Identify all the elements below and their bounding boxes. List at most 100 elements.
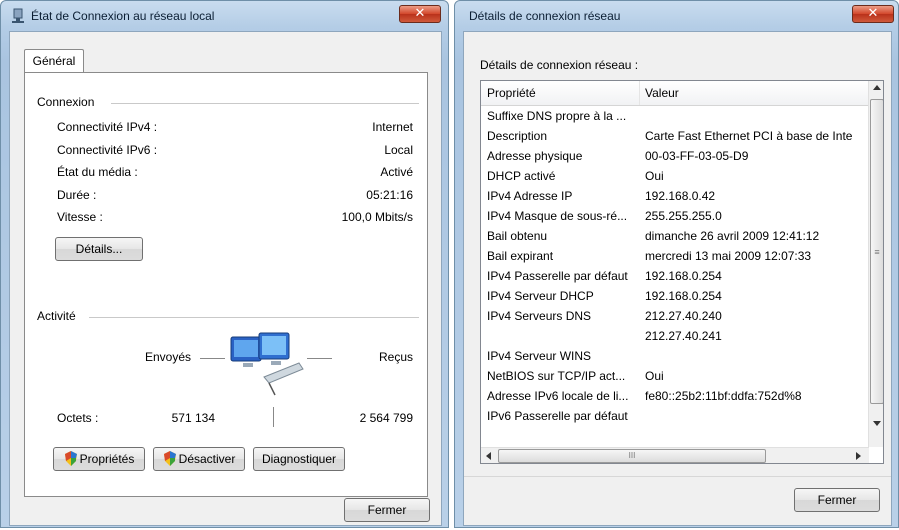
- property-cell: NetBIOS sur TCP/IP act...: [487, 369, 626, 383]
- recus-label: Reçus: [378, 350, 413, 364]
- close-button[interactable]: ✕: [852, 5, 894, 23]
- scroll-grip-icon: ≡: [874, 247, 880, 257]
- duration-value: 05:21:16: [366, 188, 413, 202]
- octets-label: Octets :: [57, 411, 99, 425]
- property-cell: Suffixe DNS propre à la ...: [487, 109, 627, 123]
- sent-line: [200, 358, 225, 359]
- value-cell: Carte Fast Ethernet PCI à base de Inte: [645, 129, 853, 143]
- desactiver-label: Désactiver: [178, 452, 236, 466]
- uac-shield-icon: [163, 451, 176, 466]
- column-header-propriete[interactable]: Propriété: [487, 86, 536, 100]
- details-button[interactable]: Détails...: [55, 237, 143, 261]
- value-cell: 212.27.40.240: [645, 309, 722, 323]
- table-row[interactable]: IPv4 Serveurs DNS 212.27.40.240: [481, 306, 869, 326]
- scroll-down-arrow-icon[interactable]: [873, 421, 881, 426]
- table-row[interactable]: IPv4 Serveur DHCP 192.168.0.254: [481, 286, 869, 306]
- hscroll-thumb[interactable]: III: [498, 449, 766, 463]
- column-separator: [639, 81, 640, 105]
- table-row[interactable]: IPv4 Serveur WINS: [481, 346, 869, 366]
- property-cell: DHCP activé: [487, 169, 556, 183]
- window-title: Détails de connexion réseau: [469, 9, 621, 23]
- table-row[interactable]: Adresse physique 00-03-FF-03-05-D9: [481, 146, 869, 166]
- footer-divider: [464, 476, 891, 477]
- details-button-label: Détails...: [75, 242, 123, 256]
- property-cell: Description: [487, 129, 548, 143]
- property-cell: IPv4 Passerelle par défaut: [487, 269, 628, 283]
- scroll-grip-icon: III: [628, 451, 636, 460]
- table-row[interactable]: DHCP activé Oui: [481, 166, 869, 186]
- activite-group-label: Activité: [37, 309, 76, 323]
- property-cell: Adresse IPv6 locale de li...: [487, 389, 629, 403]
- property-cell: IPv4 Adresse IP: [487, 189, 573, 203]
- tab-panel: Connexion Connectivité IPv4 : Internet C…: [24, 72, 428, 497]
- media-state-label: État du média :: [57, 165, 138, 179]
- tab-general[interactable]: Général: [24, 49, 84, 73]
- table-row[interactable]: Bail obtenu dimanche 26 avril 2009 12:41:…: [481, 226, 869, 246]
- table-row[interactable]: IPv4 Passerelle par défaut 192.168.0.254: [481, 266, 869, 286]
- table-row[interactable]: IPv4 Masque de sous-ré... 255.255.255.0: [481, 206, 869, 226]
- value-cell: 212.27.40.241: [645, 329, 722, 343]
- window-title: État de Connexion au réseau local: [31, 9, 215, 23]
- table-row[interactable]: NetBIOS sur TCP/IP act... Oui: [481, 366, 869, 386]
- ipv4-value: Internet: [372, 120, 413, 134]
- group-divider: [89, 317, 419, 319]
- property-cell: IPv4 Serveur WINS: [487, 349, 592, 363]
- speed-value: 100,0 Mbits/s: [341, 210, 413, 224]
- network-icon: [11, 8, 25, 27]
- title-bar[interactable]: État de Connexion au réseau local ✕: [1, 1, 448, 31]
- table-row[interactable]: Adresse IPv6 locale de li... fe80::25b2:1…: [481, 386, 869, 406]
- media-state-value: Activé: [380, 165, 413, 179]
- property-cell: IPv6 Passerelle par défaut: [487, 409, 628, 423]
- table-row[interactable]: Bail expirant mercredi 13 mai 2009 12:07:…: [481, 246, 869, 266]
- close-icon: ✕: [867, 6, 879, 21]
- property-cell: Adresse physique: [487, 149, 583, 163]
- close-button[interactable]: ✕: [399, 5, 441, 23]
- table-row[interactable]: 212.27.40.241: [481, 326, 869, 346]
- property-cell: Bail expirant: [487, 249, 554, 263]
- table-row[interactable]: IPv4 Adresse IP 192.168.0.42: [481, 186, 869, 206]
- scroll-up-arrow-icon[interactable]: [873, 85, 881, 90]
- diagnostiquer-label: Diagnostiquer: [261, 452, 337, 466]
- fermer-label: Fermer: [367, 503, 407, 517]
- close-icon: ✕: [414, 6, 426, 21]
- scroll-thumb[interactable]: ≡: [870, 99, 883, 404]
- details-listview[interactable]: Propriété Valeur Suffixe DNS propre à la…: [480, 80, 884, 464]
- table-row[interactable]: Description Carte Fast Ethernet PCI à bas…: [481, 126, 869, 146]
- value-cell: 255.255.255.0: [645, 209, 722, 223]
- vertical-scrollbar[interactable]: ≡: [868, 81, 883, 447]
- listview-header: Propriété Valeur: [481, 81, 869, 106]
- details-subtitle: Détails de connexion réseau :: [480, 58, 639, 72]
- duration-label: Durée :: [57, 188, 97, 202]
- scroll-left-arrow-icon[interactable]: [486, 452, 491, 460]
- received-line: [307, 358, 332, 359]
- value-cell: 00-03-FF-03-05-D9: [645, 149, 749, 163]
- fermer-button[interactable]: Fermer: [344, 498, 430, 522]
- value-cell: Oui: [645, 169, 664, 183]
- value-cell: mercredi 13 mai 2009 12:07:33: [645, 249, 812, 263]
- fermer-button[interactable]: Fermer: [794, 488, 880, 512]
- property-cell: Bail obtenu: [487, 229, 548, 243]
- speed-label: Vitesse :: [57, 210, 103, 224]
- column-header-valeur[interactable]: Valeur: [645, 86, 679, 100]
- table-row[interactable]: Suffixe DNS propre à la ...: [481, 106, 869, 126]
- title-bar[interactable]: Détails de connexion réseau ✕: [455, 1, 898, 31]
- fermer-label: Fermer: [817, 493, 857, 507]
- scroll-right-arrow-icon[interactable]: [856, 452, 861, 460]
- property-cell: IPv4 Serveur DHCP: [487, 289, 594, 303]
- value-cell: fe80::25b2:11bf:ddfa:752d%8: [645, 389, 802, 403]
- proprietes-button[interactable]: Propriétés: [53, 447, 145, 471]
- group-divider: [111, 103, 419, 105]
- octets-received: 2 564 799: [359, 411, 413, 425]
- diagnostiquer-button[interactable]: Diagnostiquer: [253, 447, 345, 471]
- ipv6-value: Local: [384, 143, 413, 157]
- client-area: Général Connexion Connectivité IPv4 : In…: [9, 31, 442, 526]
- desactiver-button[interactable]: Désactiver: [153, 447, 245, 471]
- envoyes-label: Envoyés: [145, 350, 192, 364]
- horizontal-scrollbar[interactable]: III: [481, 447, 869, 463]
- value-cell: 192.168.0.254: [645, 269, 722, 283]
- proprietes-label: Propriétés: [79, 452, 135, 466]
- connexion-group-label: Connexion: [37, 95, 95, 109]
- property-cell: IPv4 Serveurs DNS: [487, 309, 592, 323]
- client-area: Détails de connexion réseau : Propriété …: [463, 31, 892, 526]
- table-row[interactable]: IPv6 Passerelle par défaut: [481, 406, 869, 426]
